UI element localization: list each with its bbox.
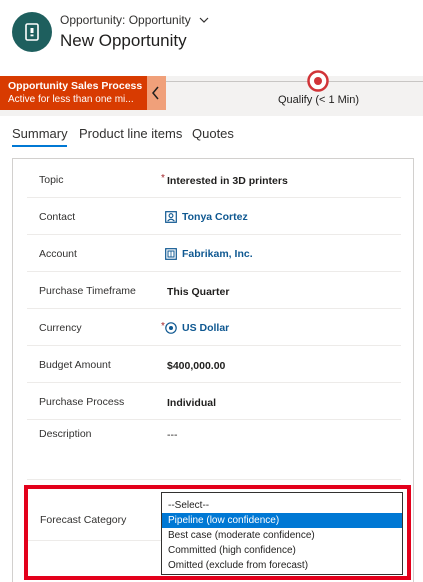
tab-quotes[interactable]: Quotes: [192, 126, 234, 141]
bpf-process-flyout[interactable]: Opportunity Sales Process Active for les…: [0, 76, 147, 110]
bpf-collapse-button[interactable]: [147, 76, 166, 110]
field-purchase-process[interactable]: Purchase Process Individual: [27, 383, 401, 420]
field-currency[interactable]: Currency * US Dollar: [27, 309, 401, 346]
currency-value: US Dollar: [182, 322, 230, 334]
business-process-flow: Opportunity Sales Process Active for les…: [0, 70, 423, 116]
field-purchase-timeframe[interactable]: Purchase Timeframe This Quarter: [27, 272, 401, 309]
tab-summary[interactable]: Summary: [12, 126, 68, 141]
currency-lookup[interactable]: US Dollar: [165, 322, 229, 334]
chevron-left-icon: [152, 86, 159, 100]
topic-value[interactable]: Interested in 3D printers: [167, 175, 288, 187]
account-icon: [165, 248, 177, 260]
entity-type-label: Opportunity: Opportunity: [60, 13, 191, 27]
highlight-box: [24, 485, 411, 580]
field-label: Budget Amount: [39, 359, 111, 371]
field-label: Account: [39, 248, 77, 260]
field-budget-amount[interactable]: Budget Amount $400,000.00: [27, 346, 401, 383]
contact-icon: [165, 211, 177, 223]
purchase-timeframe-value[interactable]: This Quarter: [167, 286, 229, 298]
field-label: Currency: [39, 322, 82, 334]
chevron-down-icon: [199, 17, 209, 23]
contact-value: Tonya Cortez: [182, 211, 248, 223]
account-lookup[interactable]: Fabrikam, Inc.: [165, 248, 253, 260]
bpf-process-status: Active for less than one mi...: [8, 94, 134, 105]
field-label: Purchase Process: [39, 396, 125, 408]
required-indicator: *: [161, 173, 165, 184]
record-header: Opportunity: Opportunity New Opportunity: [0, 0, 423, 68]
currency-icon: [165, 322, 177, 334]
bpf-stage-label[interactable]: Qualify (< 1 Min): [278, 94, 359, 106]
record-title: New Opportunity: [60, 31, 187, 50]
bpf-stage-name: Qualify: [278, 94, 313, 106]
form-selector[interactable]: Opportunity: Opportunity: [60, 13, 209, 27]
form-tabs: Summary Product line items Quotes: [0, 124, 423, 150]
field-label: Contact: [39, 211, 76, 223]
bpf-stage-duration: (< 1 Min): [315, 94, 360, 106]
field-topic[interactable]: Topic * Interested in 3D printers: [27, 161, 401, 198]
opportunity-icon: [12, 12, 52, 52]
contact-lookup[interactable]: Tonya Cortez: [165, 211, 248, 223]
field-label: Purchase Timeframe: [39, 285, 136, 297]
field-account[interactable]: Account Fabrikam, Inc.: [27, 235, 401, 272]
purchase-process-value[interactable]: Individual: [167, 397, 216, 409]
bpf-active-stage-node[interactable]: [307, 70, 329, 92]
bpf-process-name: Opportunity Sales Process: [8, 80, 143, 92]
tab-selected-indicator: [12, 145, 67, 147]
tab-product-line-items[interactable]: Product line items: [79, 126, 182, 141]
field-label: Topic: [39, 174, 64, 186]
field-label: Description: [39, 428, 92, 440]
field-description[interactable]: Description ---: [27, 420, 401, 480]
field-contact[interactable]: Contact Tonya Cortez: [27, 198, 401, 235]
bpf-stage-line: [166, 81, 423, 82]
description-value[interactable]: ---: [167, 429, 178, 441]
budget-amount-value[interactable]: $400,000.00: [167, 360, 225, 372]
account-value: Fabrikam, Inc.: [182, 248, 253, 260]
